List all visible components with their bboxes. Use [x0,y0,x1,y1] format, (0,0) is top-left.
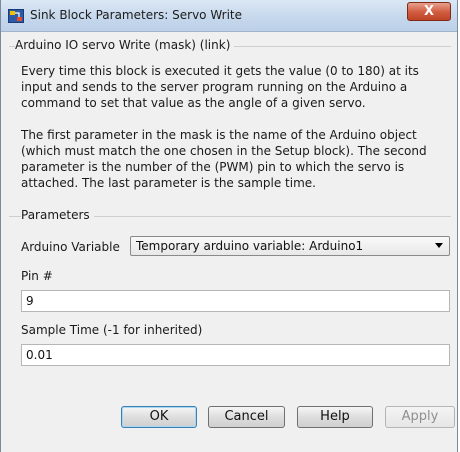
title-bar[interactable]: Sink Block Parameters: Servo Write X [1,0,457,32]
chevron-down-icon [435,243,443,248]
arduino-variable-label: Arduino Variable [21,240,120,254]
description-line: Every time this block is executed it get… [21,64,419,78]
cancel-button[interactable]: Cancel [208,406,285,428]
arduino-variable-select[interactable]: Temporary arduino variable: Arduino1 [130,236,450,256]
sample-time-label: Sample Time (-1 for inherited) [21,323,203,337]
pin-input[interactable]: 9 [21,290,450,312]
pin-value: 9 [26,294,34,308]
dialog-window: Sink Block Parameters: Servo Write X Ard… [0,0,458,452]
description-paragraph-2: The first parameter in the mask is the n… [21,127,451,191]
apply-button[interactable]: Apply [385,406,455,428]
description-paragraph-1: Every time this block is executed it get… [21,63,451,111]
close-button[interactable]: X [407,2,451,21]
sample-time-value: 0.01 [26,348,53,362]
sample-time-input[interactable]: 0.01 [21,344,450,366]
close-icon: X [423,4,435,19]
dialog-body: Arduino IO servo Write (mask) (link) Eve… [1,32,457,452]
description-line: attached. The last parameter is the samp… [21,176,316,190]
pin-label: Pin # [21,269,53,283]
description-line: input and sends to the server program ru… [21,80,408,94]
simulink-app-icon [8,9,24,23]
description-line: parameter is the number of the (PWM) pin… [21,160,405,174]
mask-section-header: Arduino IO servo Write (mask) (link) [15,38,235,52]
description-line: The first parameter in the mask is the n… [21,128,417,142]
help-button[interactable]: Help [297,406,373,428]
window-title: Sink Block Parameters: Servo Write [30,8,243,22]
description-line: (which must match the one chosen in the … [21,144,427,158]
description-line: command to set that value as the angle o… [21,96,366,110]
ok-button[interactable]: OK [121,406,197,428]
arduino-variable-value: Temporary arduino variable: Arduino1 [136,239,364,253]
parameters-section-header: Parameters [21,208,94,222]
